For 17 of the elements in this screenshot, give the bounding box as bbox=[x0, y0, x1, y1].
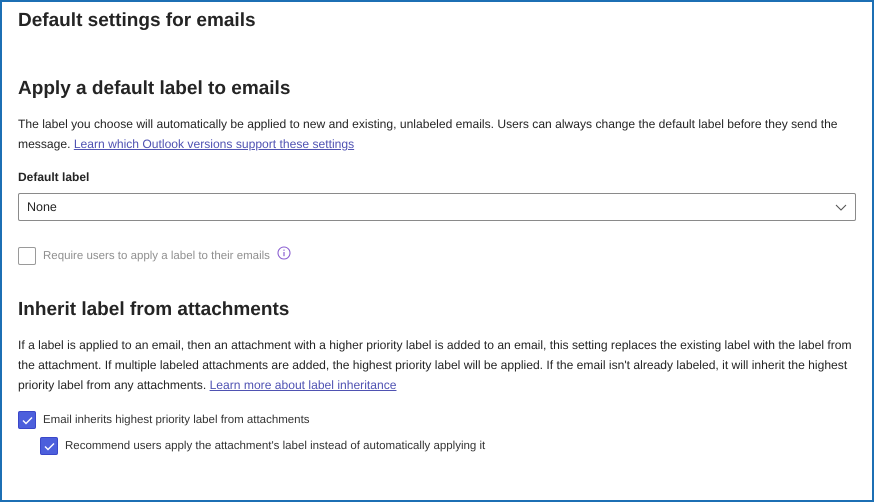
field-label: Default label bbox=[18, 170, 90, 184]
checkbox[interactable] bbox=[40, 437, 58, 455]
section-heading: Apply a default label to emails bbox=[18, 78, 292, 100]
checkbox-label: Require users to apply a label to their emails bbox=[43, 250, 270, 262]
page-title: Default settings for emails bbox=[18, 10, 257, 32]
description: The label you choose will automatically be applied to new and existing, unlabeled emails. Users can always change the default label before they send the message. Learn which Outlook versions support these settings bbox=[18, 116, 839, 153]
default-label-dropdown[interactable]: None bbox=[18, 193, 856, 221]
description: If a label is applied to an email, then an attachment with a higher priority label is added to an email, this setting replaces the existing label with the label from the attachment. If multiple labeled attachments are added, the highest priority label will be applied. If the email isn't already labeled, it will inherit the highest priority label from any attachments. Learn more about label inheritance bbox=[18, 337, 853, 394]
chevron-down-icon bbox=[835, 204, 847, 210]
learn-more-link[interactable]: Learn more about label inheritance bbox=[210, 378, 396, 392]
checkbox-label: Email inherits highest priority label from attachments bbox=[43, 414, 310, 426]
check-icon bbox=[22, 416, 32, 424]
section-heading: Inherit label from attachments bbox=[18, 299, 290, 321]
checkbox[interactable] bbox=[18, 411, 36, 429]
learn-more-link[interactable]: Learn which Outlook versions support these settings bbox=[74, 137, 354, 151]
check-icon bbox=[44, 442, 54, 450]
checkbox-label: Recommend users apply the attachment's label instead of automatically applying it bbox=[65, 440, 486, 452]
